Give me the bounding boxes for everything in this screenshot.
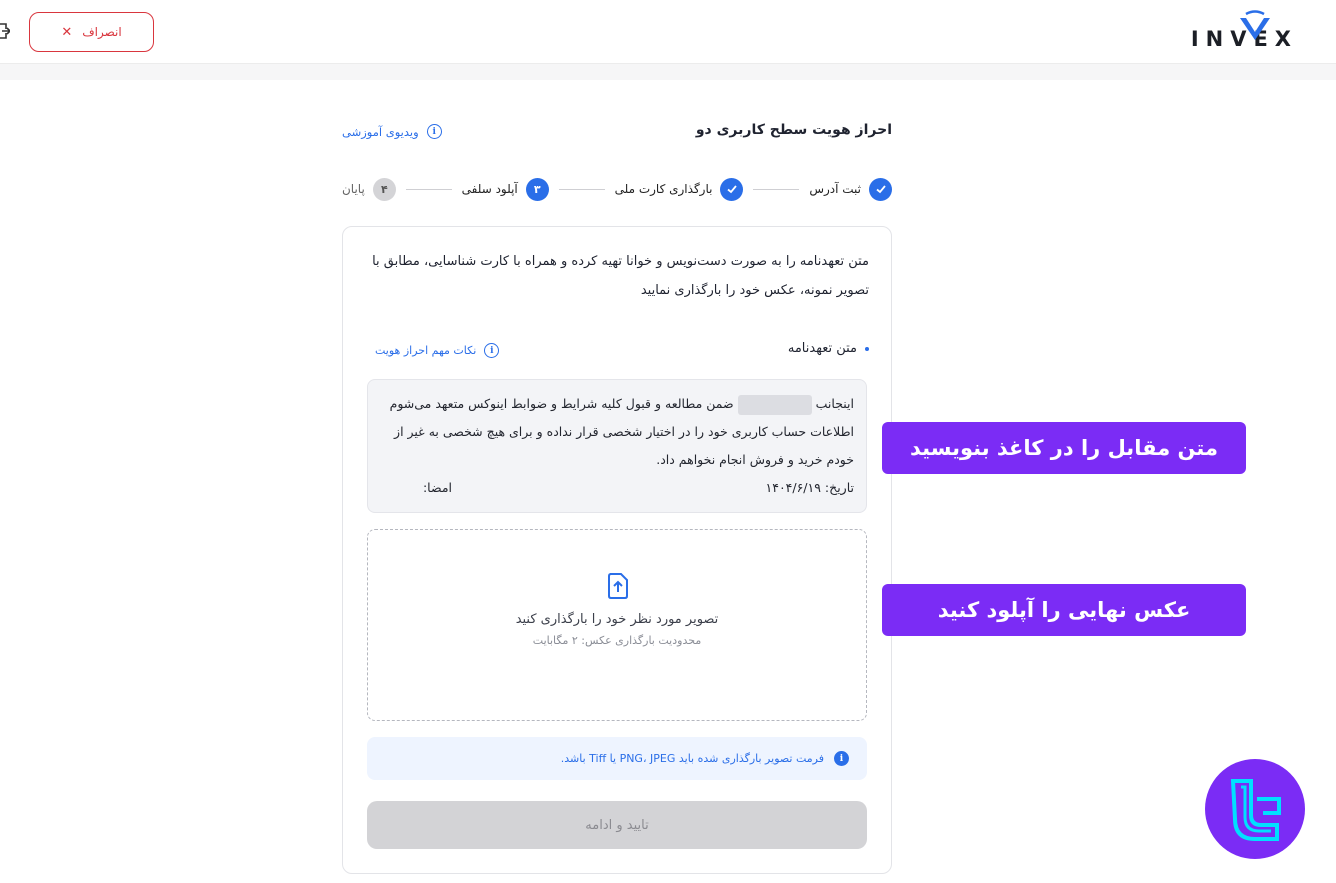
step-national-card: بارگذاری کارت ملی [614, 177, 744, 201]
verification-tips-label: نکات مهم احراز هویت [375, 344, 477, 357]
upload-photo-callout-text: عکس نهایی را آپلود کنید [937, 598, 1191, 622]
upload-instruction: تصویر مورد نظر خود را بارگذاری کنید [515, 612, 719, 627]
file-upload-icon [608, 573, 628, 599]
invex-logo[interactable]: INVEX [1191, 10, 1298, 50]
write-pledge-callout: متن مقابل را در کاغذ بنویسید [882, 422, 1246, 474]
exit-icon[interactable] [0, 22, 10, 40]
step-connector [753, 188, 800, 190]
pledge-section-title: متن تعهدنامه [788, 341, 869, 356]
step-label: ثبت آدرس [809, 182, 861, 196]
check-icon [720, 177, 744, 201]
info-icon: i [426, 124, 442, 139]
page-title: احراز هویت سطح کاربری دو [695, 122, 892, 138]
progress-stepper: ثبت آدرس بارگذاری کارت ملی ۳ آپلود سلفی … [342, 177, 892, 201]
step-number: ۳ [525, 177, 549, 201]
verification-tips-link[interactable]: i نکات مهم احراز هویت [375, 343, 500, 358]
format-note-text: فرمت تصویر بارگذاری شده باید PNG، JPEG ی… [560, 752, 824, 765]
step-number: ۴ [372, 177, 396, 201]
brand-mark-icon [1230, 779, 1281, 841]
pledge-section-label: متن تعهدنامه [787, 341, 857, 356]
step-finish: ۴ پایان [341, 177, 396, 201]
step-connector [405, 188, 452, 190]
pledge-signature: امضا: [422, 480, 452, 495]
step-label: پایان [341, 182, 365, 196]
redacted-name [737, 394, 812, 415]
format-info-banner: i فرمت تصویر بارگذاری شده باید PNG، JPEG… [367, 737, 867, 780]
write-pledge-callout-text: متن مقابل را در کاغذ بنویسید [910, 436, 1218, 460]
confirm-continue-button[interactable]: تایید و ادامه [367, 801, 867, 849]
upload-photo-callout: عکس نهایی را آپلود کنید [882, 584, 1246, 636]
pledge-text: اینجانبضمن مطالعه و قبول کلیه شرایط و ضو… [376, 390, 854, 474]
cancel-button[interactable]: انصراف ✕ [29, 12, 154, 52]
upload-size-limit: محدودیت بارگذاری عکس: ۲ مگابایت [532, 634, 702, 647]
confirm-continue-label: تایید و ادامه [585, 817, 649, 833]
pledge-date: تاریخ: ۱۴۰۴/۶/۱۹ [765, 480, 854, 495]
pledge-start: اینجانب [815, 396, 854, 411]
app-header: INVEX انصراف ✕ [0, 0, 1336, 64]
step-address: ثبت آدرس [809, 177, 892, 201]
verification-card: متن تعهدنامه را به صورت دست‌نویس و خوانا… [342, 226, 892, 874]
brand-badge-logo [1205, 759, 1305, 859]
pledge-text-box: اینجانبضمن مطالعه و قبول کلیه شرایط و ضو… [367, 379, 867, 513]
tutorial-video-link[interactable]: i ویدیوی آموزشی [342, 124, 442, 139]
close-icon: ✕ [61, 24, 73, 40]
step-label: بارگذاری کارت ملی [614, 182, 713, 196]
info-icon: i [834, 751, 849, 766]
pledge-section-header: متن تعهدنامه i نکات مهم احراز هویت [367, 337, 869, 363]
cancel-label: انصراف [82, 25, 122, 39]
check-icon [869, 177, 892, 201]
step-connector [558, 188, 605, 190]
info-icon: i [484, 343, 500, 358]
title-row: احراز هویت سطح کاربری دو i ویدیوی آموزشی [342, 118, 892, 146]
tutorial-video-label: ویدیوی آموزشی [342, 124, 419, 139]
step-label: آپلود سلفی [461, 182, 518, 196]
step-selfie: ۳ آپلود سلفی [461, 177, 549, 201]
instructions-text: متن تعهدنامه را به صورت دست‌نویس و خوانا… [372, 254, 869, 298]
bullet-dot [865, 346, 869, 351]
logo-v-mark-icon [1239, 10, 1270, 40]
upload-dropzone[interactable]: تصویر مورد نظر خود را بارگذاری کنید محدو… [367, 529, 867, 721]
header-divider [0, 64, 1336, 80]
